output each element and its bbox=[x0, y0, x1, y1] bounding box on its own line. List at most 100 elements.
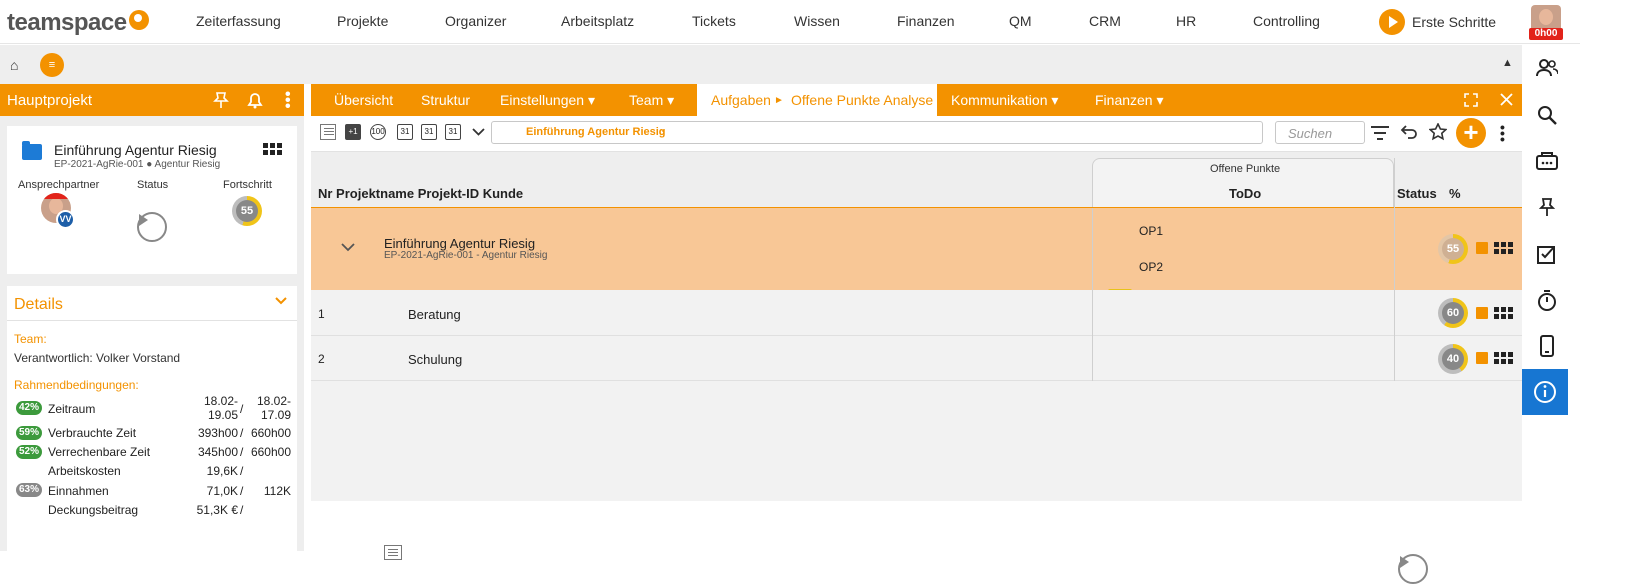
star-icon[interactable] bbox=[1428, 122, 1448, 144]
row-name[interactable]: Schulung bbox=[408, 352, 462, 367]
todo-header[interactable]: ToDo bbox=[1229, 186, 1261, 201]
calendar-week-icon[interactable]: 31 bbox=[421, 124, 437, 140]
grid-icon[interactable] bbox=[263, 143, 282, 155]
note-icon[interactable] bbox=[1476, 242, 1488, 254]
undo-icon[interactable] bbox=[1400, 124, 1418, 143]
calendar-month-icon[interactable]: 31 bbox=[445, 124, 461, 140]
pin-icon[interactable] bbox=[213, 91, 229, 112]
progress-ring: 55 bbox=[1438, 234, 1468, 264]
calendar-icon[interactable]: 31 bbox=[397, 124, 413, 140]
chat-icon[interactable] bbox=[1535, 149, 1559, 173]
nav-controlling[interactable]: Controlling bbox=[1253, 13, 1320, 29]
row-nr: 1 bbox=[318, 307, 325, 321]
einnahmen-label: Einnahmen bbox=[48, 484, 109, 498]
nav-tickets[interactable]: Tickets bbox=[692, 13, 736, 29]
tab-einstellungen[interactable]: Einstellungen ▾ bbox=[500, 92, 595, 109]
collapse-up-icon[interactable]: ▲ bbox=[1502, 57, 1513, 69]
grid-icon[interactable] bbox=[1494, 307, 1513, 319]
chevron-down-icon[interactable] bbox=[341, 241, 355, 256]
einnahmen-value-2: 112K bbox=[263, 484, 291, 498]
more-vertical-icon[interactable]: • • • bbox=[285, 87, 291, 115]
info-icon[interactable] bbox=[1522, 369, 1568, 415]
grid-icon[interactable] bbox=[1494, 352, 1513, 364]
zeitraum-value-1: 18.02-19.05 bbox=[203, 394, 238, 422]
fortschritt-label: Fortschritt bbox=[223, 179, 272, 191]
timer-badge[interactable]: 0h00 bbox=[1529, 28, 1563, 40]
status-label: Status bbox=[137, 179, 169, 191]
nav-projekte[interactable]: Projekte bbox=[337, 13, 388, 29]
nav-arbeitsplatz[interactable]: Arbeitsplatz bbox=[561, 13, 634, 29]
breadcrumb-arrow-icon: ► bbox=[774, 95, 784, 106]
offene-punkte-label: Offene Punkte bbox=[1210, 163, 1281, 175]
main-columns-header[interactable]: Nr Projektname Projekt-ID Kunde bbox=[318, 186, 523, 201]
add-button[interactable]: + bbox=[1456, 118, 1486, 148]
close-icon[interactable] bbox=[1500, 93, 1513, 109]
row-name[interactable]: Beratung bbox=[408, 307, 461, 322]
stopwatch-icon[interactable] bbox=[1535, 288, 1559, 312]
verrechenbare-zeit-pill: 52% bbox=[16, 445, 42, 459]
tab-uebersicht[interactable]: Übersicht bbox=[334, 92, 393, 108]
mobile-icon[interactable] bbox=[1535, 334, 1559, 358]
todo-op2[interactable]: OP2 bbox=[1139, 260, 1163, 274]
rahmen-label: Rahmendbedingungen: bbox=[14, 378, 139, 392]
filter-icon[interactable] bbox=[1370, 125, 1390, 144]
table-row[interactable] bbox=[311, 336, 1522, 381]
tab-team[interactable]: Team ▾ bbox=[629, 92, 674, 109]
note-icon[interactable] bbox=[1476, 352, 1488, 364]
verrechenbare-zeit-sep: / bbox=[240, 445, 244, 459]
deckungsbeitrag-value-1: 51,3K € bbox=[196, 503, 238, 517]
list-view-icon[interactable] bbox=[320, 124, 336, 140]
chevron-down-icon[interactable] bbox=[472, 126, 485, 141]
percent-header[interactable]: % bbox=[1449, 186, 1461, 201]
tab-aufgaben-label[interactable]: Aufgaben bbox=[711, 92, 771, 108]
einnahmen-sep: / bbox=[240, 484, 244, 498]
search-input[interactable]: Suchen bbox=[1275, 121, 1365, 144]
root-project-name[interactable]: Einführung Agentur Riesig bbox=[384, 236, 535, 251]
project-name[interactable]: Einführung Agentur Riesig bbox=[54, 142, 217, 158]
tab-kommunikation[interactable]: Kommunikation ▾ bbox=[951, 92, 1058, 109]
chevron-down-icon[interactable] bbox=[274, 294, 288, 313]
tab-finanzen[interactable]: Finanzen ▾ bbox=[1095, 92, 1164, 109]
breadcrumb-item[interactable]: Einführung Agentur Riesig bbox=[526, 126, 666, 138]
nav-crm[interactable]: CRM bbox=[1089, 13, 1121, 29]
nav-finanzen[interactable]: Finanzen bbox=[897, 13, 955, 29]
users-icon[interactable] bbox=[1535, 56, 1559, 80]
grid-icon[interactable] bbox=[1494, 242, 1513, 254]
progress-ring: 60 bbox=[1438, 298, 1468, 328]
menu-icon[interactable]: ≡ bbox=[40, 53, 64, 77]
breadcrumb-chevron-icon[interactable]: › bbox=[661, 125, 665, 139]
task-list-icon bbox=[384, 545, 402, 560]
tasks-icon[interactable] bbox=[1535, 242, 1559, 266]
table-row[interactable] bbox=[311, 290, 1522, 336]
details-title[interactable]: Details bbox=[14, 296, 63, 314]
maximize-icon[interactable] bbox=[1464, 93, 1478, 110]
bell-icon[interactable] bbox=[246, 91, 264, 112]
tab-offene-punkte-analyse[interactable]: Offene Punkte Analyse bbox=[791, 92, 933, 108]
verbrauchte-zeit-label: Verbrauchte Zeit bbox=[48, 426, 137, 440]
zeitraum-value-2: 18.02-17.09 bbox=[256, 394, 291, 422]
einnahmen-value-1: 71,0K bbox=[206, 484, 238, 498]
deckungsbeitrag-sep: / bbox=[240, 503, 244, 517]
tab-struktur[interactable]: Struktur bbox=[421, 92, 470, 108]
teamspace-logo[interactable]: teamspace bbox=[7, 9, 149, 37]
more-vertical-icon[interactable]: • • • bbox=[1500, 120, 1506, 146]
nav-qm[interactable]: QM bbox=[1009, 13, 1032, 29]
play-icon bbox=[1379, 9, 1405, 35]
erste-schritte-button[interactable]: Erste Schritte bbox=[1379, 8, 1496, 36]
nav-wissen[interactable]: Wissen bbox=[794, 13, 840, 29]
add-one-icon[interactable]: +1 bbox=[345, 124, 361, 140]
progress-ring: 40 bbox=[1438, 344, 1468, 374]
pin-icon[interactable] bbox=[1535, 195, 1559, 219]
status-play-icon[interactable]: #dummy{} bbox=[137, 212, 167, 242]
percent-icon[interactable]: 100 bbox=[370, 124, 386, 140]
verbrauchte-zeit-sep: / bbox=[240, 426, 244, 440]
nav-hr[interactable]: HR bbox=[1176, 13, 1196, 29]
search-icon[interactable] bbox=[1535, 103, 1559, 127]
status-play-icon[interactable] bbox=[1398, 554, 1428, 584]
todo-op1[interactable]: OP1 bbox=[1139, 224, 1163, 238]
nav-zeiterfassung[interactable]: Zeiterfassung bbox=[196, 13, 281, 29]
home-icon[interactable]: ⌂ bbox=[10, 57, 18, 73]
note-icon[interactable] bbox=[1476, 307, 1488, 319]
nav-organizer[interactable]: Organizer bbox=[445, 13, 506, 29]
status-header[interactable]: Status bbox=[1397, 186, 1437, 201]
